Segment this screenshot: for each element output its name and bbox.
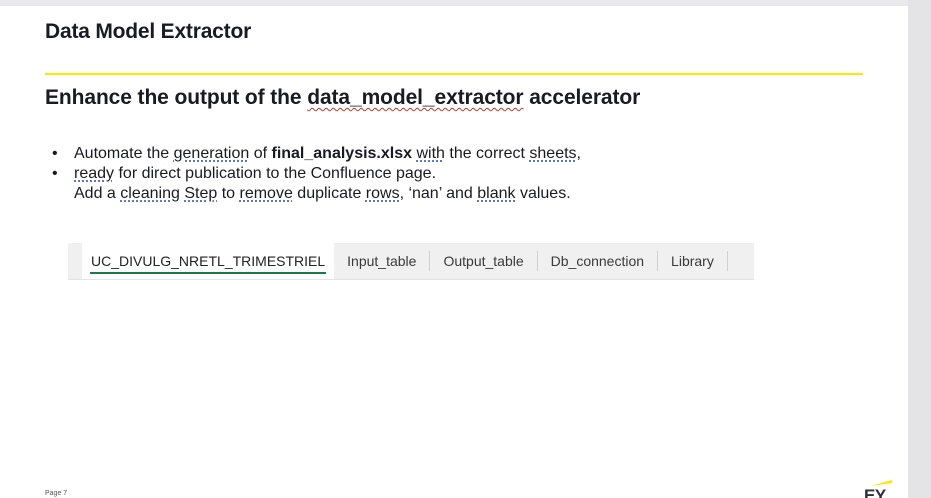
text-run: duplicate [292, 185, 366, 202]
text-run: blank [477, 185, 516, 202]
tab-label: Input_table [347, 253, 417, 269]
window-edge [908, 0, 931, 498]
page-number: Page 7 [45, 490, 68, 497]
logo-text: EY [864, 486, 886, 498]
text-run: to [217, 185, 240, 202]
tab-uc-divulg-nretl-trimestriel[interactable]: UC_DIVULG_NRETL_TRIMESTRIEL [82, 243, 335, 279]
text-run: Automate the [74, 145, 174, 162]
text-run: rows [365, 185, 400, 202]
slide-subtitle: Enhance the output of the data_model_ext… [45, 86, 640, 110]
tab-library[interactable]: Library [658, 243, 727, 279]
tab-output-table[interactable]: Output_table [430, 243, 536, 279]
text-run: the correct [444, 145, 530, 162]
tab-input-table[interactable]: Input_table [334, 243, 429, 279]
subtitle-prefix: Enhance the output of the [45, 86, 308, 109]
active-tab-indicator [90, 272, 327, 274]
text-run: remove [239, 185, 293, 202]
ey-logo: EY [864, 476, 894, 498]
bullet-dot: • [52, 145, 58, 162]
text-run: Add a [74, 185, 121, 202]
bullet-item-1: • Automate the generation of final_analy… [52, 144, 581, 164]
text-run: cleaning [120, 185, 180, 202]
text-run: , [576, 145, 581, 162]
file-name: final_analysis.xlsx [271, 145, 413, 162]
text-run: Step [184, 185, 218, 202]
bullet-item-2: • ready for direct publication to the Co… [52, 164, 581, 184]
tab-db-connection[interactable]: Db_connection [538, 243, 657, 279]
bullet-list: • Automate the generation of final_analy… [52, 144, 581, 204]
text-run: generation [173, 145, 250, 162]
tab-label: Db_connection [550, 253, 645, 269]
slide: Data Model Extractor Enhance the output … [0, 6, 908, 498]
bullet-item-2-continuation: Add a cleaning Step to remove duplicate … [52, 184, 581, 204]
slide-title: Data Model Extractor [45, 20, 252, 43]
tab-separator [726, 251, 728, 271]
tab-label: UC_DIVULG_NRETL_TRIMESTRIEL [91, 253, 326, 269]
text-run: for direct publication to the Confluence… [114, 165, 437, 182]
text-run: ready [74, 165, 115, 182]
text-run: with [416, 145, 445, 162]
text-run: , ‘nan’ and [399, 185, 478, 202]
text-run: of [249, 145, 272, 162]
subtitle-suffix: accelerator [523, 86, 641, 109]
tab-label: Output_table [443, 253, 524, 269]
bullet-dot: • [52, 165, 58, 182]
text-run: sheets [529, 145, 577, 162]
sheet-tab-bar: UC_DIVULG_NRETL_TRIMESTRIEL Input_table … [68, 243, 754, 280]
tab-label: Library [671, 253, 714, 269]
subtitle-code-term: data_model_extractor [307, 86, 524, 109]
text-run: values. [515, 185, 571, 202]
yellow-divider [45, 73, 863, 75]
